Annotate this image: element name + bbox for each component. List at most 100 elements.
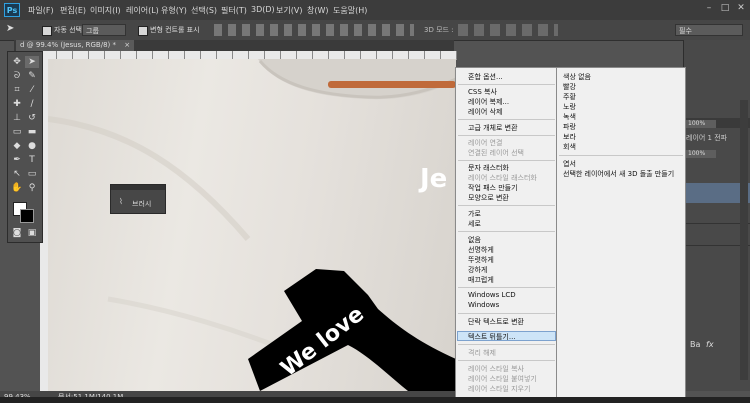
menu-item-duplicate-layer[interactable]: 레이어 복제...	[468, 97, 509, 107]
menu-filter[interactable]: 필터(T)	[221, 5, 247, 16]
background-color-swatch[interactable]	[20, 209, 34, 223]
opacity-value: 100%	[688, 120, 706, 127]
menu-item-copy-layer-style: 레이어 스타일 복사	[468, 365, 524, 373]
magic-wand-icon[interactable]: ✎	[25, 70, 39, 82]
crop-icon[interactable]: ⌗	[10, 84, 24, 96]
auto-select-checkbox[interactable]	[42, 26, 52, 36]
menu-item-delete-layer[interactable]: 레이어 삭제	[468, 107, 502, 117]
menu-item-aa-smooth[interactable]: 매끄럽게	[468, 275, 494, 285]
history-brush-icon[interactable]: ↺	[25, 112, 39, 124]
shape-icon[interactable]: ▭	[25, 168, 39, 180]
menu-view[interactable]: 보기(V)	[276, 5, 302, 16]
menu-item-create-work-path[interactable]: 작업 패스 만들기	[468, 183, 518, 193]
close-icon[interactable]: ✕	[736, 3, 746, 13]
hanger-bar	[328, 81, 456, 88]
menu-item-aa-sharp[interactable]: 선명하게	[468, 245, 494, 255]
color-item-yellow[interactable]: 노랑	[563, 102, 576, 112]
brush-icon[interactable]: ⌇	[119, 197, 123, 206]
right-panels: 100% 레이어 1 전파 100% Ba fx	[683, 40, 750, 391]
layer-context-menu: 혼합 옵션... CSS 복사 레이어 복제... 레이어 삭제 고급 개체로 …	[455, 67, 558, 399]
pen-icon[interactable]: ✒	[10, 154, 24, 166]
fill-field[interactable]: 100%	[686, 150, 716, 158]
minimize-icon[interactable]: –	[704, 3, 714, 13]
menu-item-link-layers: 레이어 연결	[468, 139, 503, 147]
menu-separator	[458, 119, 555, 120]
menu-item-select-linked: 연결된 레이어 선택	[468, 149, 524, 157]
color-item-green[interactable]: 녹색	[563, 112, 576, 122]
transform-controls-checkbox[interactable]	[138, 26, 148, 36]
move-tool-icon[interactable]: ✥	[10, 56, 24, 68]
stamp-icon[interactable]: ⊥	[10, 112, 24, 124]
document-tab[interactable]: d @ 99.4% (Jesus, RGB/8) * ×	[16, 40, 135, 51]
workspace-dropdown[interactable]: 필수	[675, 24, 743, 36]
tshirt-collar	[258, 59, 456, 100]
menu-item-postcard[interactable]: 엽서	[563, 159, 576, 169]
menu-item-rasterize-style: 레이어 스타일 래스터화	[468, 174, 537, 182]
color-item-gray[interactable]: 회색	[563, 142, 576, 152]
menu-item-aa-none[interactable]: 없음	[468, 235, 481, 245]
menu-item-aa-crisp[interactable]: 뚜렷하게	[468, 255, 494, 265]
fx-icon[interactable]: fx	[706, 340, 714, 349]
maximize-icon[interactable]: □	[720, 3, 730, 13]
menu-file[interactable]: 파일(F)	[28, 5, 54, 16]
menu-select[interactable]: 선택(S)	[191, 5, 217, 16]
eraser-icon[interactable]: ▭	[10, 126, 24, 138]
select-arrow-icon[interactable]: ➤	[25, 56, 39, 68]
color-item-none[interactable]: 색상 없음	[563, 72, 591, 82]
menu-separator	[458, 160, 555, 161]
healing-icon[interactable]: ✚	[10, 98, 24, 110]
menu-item-rasterize-type[interactable]: 문자 래스터화	[468, 163, 509, 173]
color-item-red[interactable]: 빨강	[563, 82, 576, 92]
workspace-value: 필수	[679, 27, 692, 35]
menu-item-vertical[interactable]: 세로	[468, 219, 481, 229]
menu-item-release-isolation: 격리 해제	[468, 349, 496, 357]
menu-item-warp-text[interactable]: 텍스트 뒤틀기...	[468, 332, 516, 342]
menu-layer[interactable]: 레이어(L)	[126, 5, 159, 16]
menu-help[interactable]: 도움말(H)	[333, 5, 367, 16]
brush-icon[interactable]: ∕	[25, 98, 39, 110]
auto-select-dropdown[interactable]: 그룹	[82, 24, 126, 36]
lasso-icon[interactable]: ᘐ	[10, 70, 24, 82]
3d-mode-buttons[interactable]	[458, 24, 558, 36]
gradient-icon[interactable]: ▬	[25, 126, 39, 138]
menu-item-blending-options[interactable]: 혼합 옵션...	[468, 72, 503, 82]
menu-item-windows-lcd[interactable]: Windows LCD	[468, 291, 516, 299]
opacity-field[interactable]: 100%	[686, 120, 716, 128]
menu-separator	[559, 155, 683, 156]
menu-item-convert-paragraph[interactable]: 단락 텍스트로 변환	[468, 317, 524, 327]
tshirt-artwork: Je We love	[48, 59, 456, 391]
hand-icon[interactable]: ✋	[10, 182, 24, 194]
type-icon[interactable]: T	[25, 154, 39, 166]
menu-item-convert-to-shape[interactable]: 모양으로 변환	[468, 193, 509, 203]
menu-item-windows[interactable]: Windows	[468, 301, 499, 309]
brush-panel-header[interactable]	[111, 185, 165, 190]
menu-window[interactable]: 창(W)	[307, 5, 329, 16]
document-canvas[interactable]: Je We love	[48, 59, 456, 391]
menu-item-copy-css[interactable]: CSS 복사	[468, 87, 497, 97]
dodge-icon[interactable]: ●	[25, 140, 39, 152]
menu-item-convert-smart-object[interactable]: 고급 개체로 변환	[468, 123, 518, 133]
blur-icon[interactable]: ◆	[10, 140, 24, 152]
menu-type[interactable]: 유형(Y)	[161, 5, 187, 16]
fill-value: 100%	[688, 150, 706, 157]
color-item-blue[interactable]: 파랑	[563, 122, 576, 132]
menu-separator	[458, 344, 555, 345]
menu-bar: Ps 파일(F) 편집(E) 이미지(I) 레이어(L) 유형(Y) 선택(S)…	[0, 0, 750, 21]
screen-mode-icon[interactable]: ▣	[25, 227, 39, 239]
align-buttons[interactable]	[214, 24, 414, 36]
path-select-icon[interactable]: ↖	[10, 168, 24, 180]
quick-mask-icon[interactable]: ◙	[10, 227, 24, 239]
color-item-orange[interactable]: 주황	[563, 92, 576, 102]
menu-image[interactable]: 이미지(I)	[90, 5, 121, 16]
tab-close-icon[interactable]: ×	[124, 41, 130, 49]
menu-item-aa-strong[interactable]: 강하게	[468, 265, 487, 275]
zoom-icon[interactable]: ⚲	[25, 182, 39, 194]
panel-scrollbar[interactable]	[740, 100, 748, 380]
menu-edit[interactable]: 편집(E)	[60, 5, 86, 16]
menu-3d[interactable]: 3D(D)	[251, 5, 275, 14]
eyedropper-icon[interactable]: ⁄	[25, 84, 39, 96]
menu-item-horizontal[interactable]: 가로	[468, 209, 481, 219]
color-item-violet[interactable]: 보라	[563, 132, 576, 142]
move-tool-icon[interactable]: ➤	[6, 23, 14, 34]
menu-item-new-3d-extrusion[interactable]: 선택한 레이어에서 새 3D 돌출 만들기	[563, 169, 674, 179]
